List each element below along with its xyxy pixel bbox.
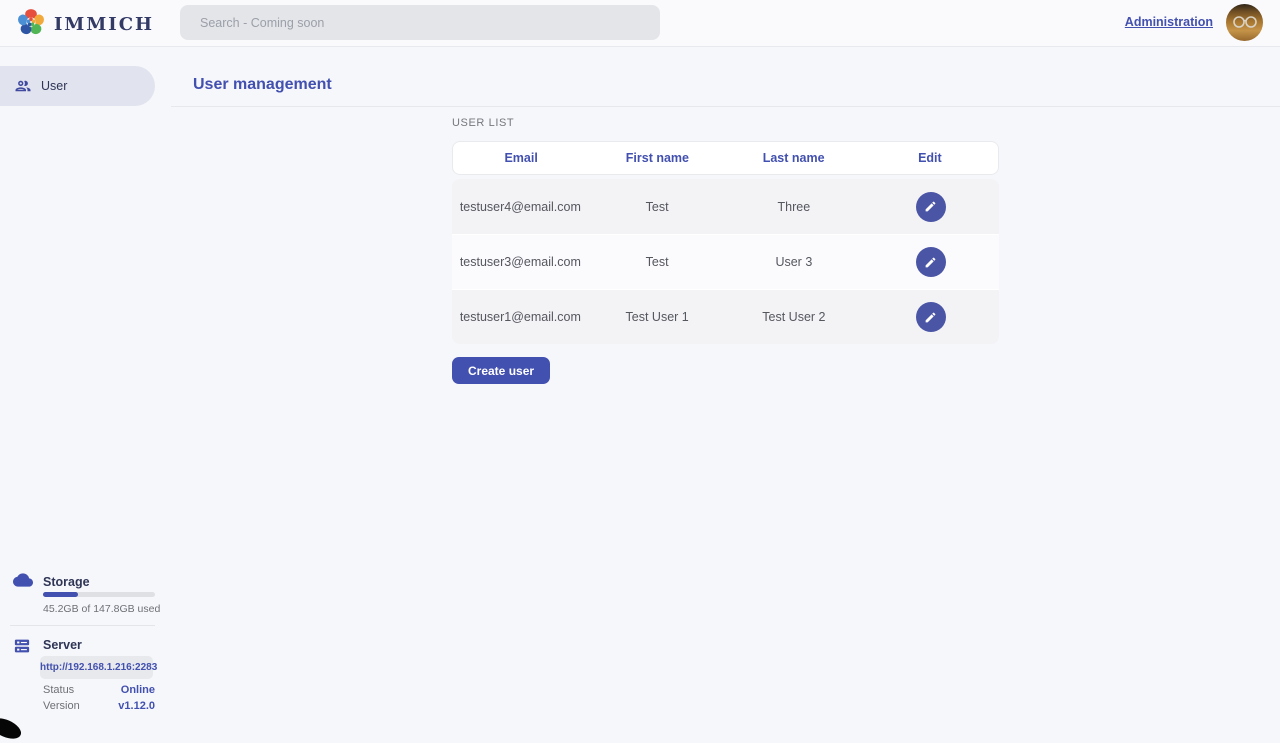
page-title: User management	[193, 76, 332, 94]
pencil-icon	[924, 256, 937, 269]
edit-user-button[interactable]	[916, 247, 946, 277]
cell-last-name: Three	[726, 200, 863, 214]
cell-last-name: Test User 2	[726, 310, 863, 324]
storage-progress-fill	[43, 592, 78, 597]
glasses-icon	[1230, 15, 1260, 29]
storage-title: Storage	[43, 575, 90, 589]
sidebar-item-user-label: User	[41, 79, 67, 93]
column-header-first-name: First name	[589, 151, 725, 165]
server-status-row: Status Online	[43, 684, 155, 696]
panel-divider	[10, 625, 155, 626]
create-user-button[interactable]: Create user	[452, 357, 550, 384]
server-url: http://192.168.1.216:2283	[40, 656, 153, 679]
app-logo-text: IMMICH	[54, 14, 154, 35]
column-header-email: Email	[453, 151, 589, 165]
table-row: testuser1@email.com Test User 1 Test Use…	[452, 289, 999, 344]
sidebar-item-user[interactable]: User	[0, 66, 155, 106]
top-bar: IMMICH Administration	[0, 0, 1280, 47]
corner-decoration	[0, 714, 24, 743]
edit-user-button[interactable]	[916, 302, 946, 332]
column-header-last-name: Last name	[726, 151, 862, 165]
version-value: v1.12.0	[118, 700, 155, 712]
immich-admin-screen: IMMICH Administration User User manageme…	[0, 0, 1280, 730]
cell-first-name: Test	[589, 255, 726, 269]
cell-email: testuser3@email.com	[452, 255, 589, 269]
search-box	[180, 5, 660, 40]
header-divider	[171, 106, 1280, 107]
table-row: testuser4@email.com Test Three	[452, 179, 999, 234]
status-label: Status	[43, 684, 74, 696]
app-logo[interactable]: IMMICH	[16, 7, 154, 42]
cell-email: testuser4@email.com	[452, 200, 589, 214]
pencil-icon	[924, 311, 937, 324]
user-table-header: Email First name Last name Edit	[452, 141, 999, 175]
storage-usage-text: 45.2GB of 147.8GB used	[43, 603, 160, 615]
edit-user-button[interactable]	[916, 192, 946, 222]
cell-email: testuser1@email.com	[452, 310, 589, 324]
dns-icon	[13, 637, 31, 660]
cell-last-name: User 3	[726, 255, 863, 269]
user-avatar[interactable]	[1226, 4, 1263, 41]
immich-flower-icon	[16, 7, 46, 42]
cloud-icon	[13, 573, 33, 592]
user-list-heading: USER LIST	[452, 117, 514, 129]
pencil-icon	[924, 200, 937, 213]
cell-first-name: Test	[589, 200, 726, 214]
server-title: Server	[43, 638, 82, 652]
status-value: Online	[121, 684, 155, 696]
search-input[interactable]	[180, 5, 660, 40]
storage-progress-bar	[43, 592, 155, 597]
version-label: Version	[43, 700, 80, 712]
table-row: testuser3@email.com Test User 3	[452, 234, 999, 289]
administration-link[interactable]: Administration	[1125, 15, 1213, 29]
server-version-row: Version v1.12.0	[43, 700, 155, 712]
user-table-body: testuser4@email.com Test Three testuser3…	[452, 179, 999, 344]
cell-first-name: Test User 1	[589, 310, 726, 324]
people-icon	[14, 77, 32, 95]
column-header-edit: Edit	[862, 151, 998, 165]
